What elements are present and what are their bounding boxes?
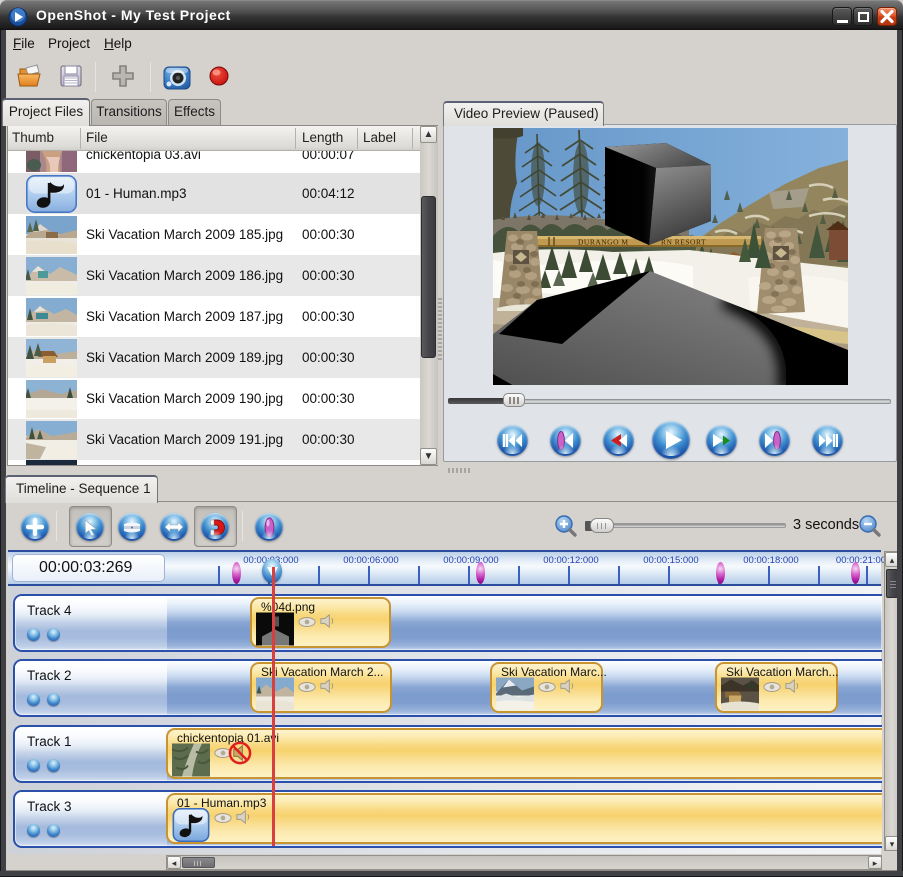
svg-text:RN RESORT: RN RESORT: [661, 238, 706, 247]
svg-text:DURANGO M: DURANGO M: [578, 238, 629, 247]
